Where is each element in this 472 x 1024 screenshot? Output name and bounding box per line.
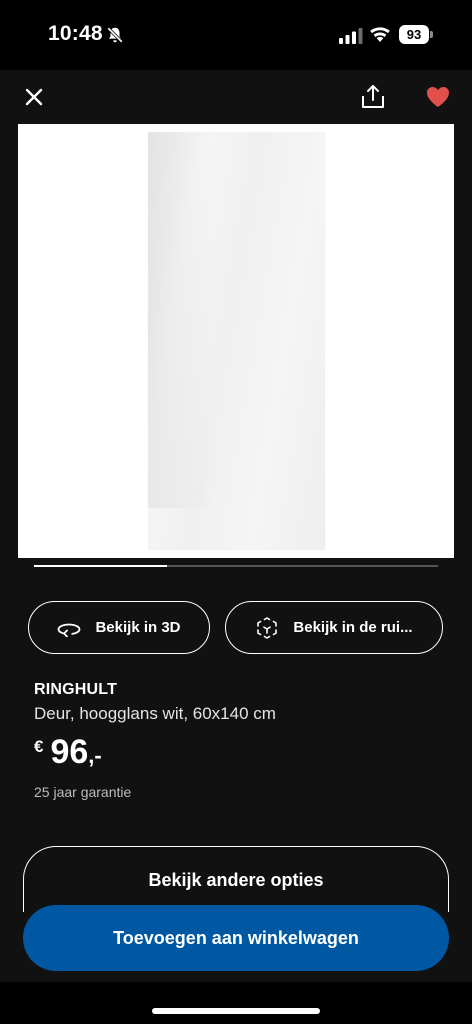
ar-cube-icon (257, 616, 278, 639)
wifi-icon (370, 27, 390, 42)
gallery-progress-fill (34, 565, 168, 567)
price-suffix: ,- (88, 743, 102, 768)
status-time: 10:48 (48, 22, 103, 45)
bell-muted-icon (107, 27, 123, 43)
product-image[interactable] (18, 124, 454, 558)
home-indicator[interactable] (152, 1008, 320, 1014)
close-icon[interactable] (22, 85, 46, 109)
price: € 96 ,- (34, 733, 102, 772)
product-description: Deur, hoogglans wit, 60x140 cm (34, 704, 276, 723)
price-currency: € (34, 737, 44, 756)
battery-icon: 93 (399, 25, 429, 44)
add-to-cart-label: Toevoegen aan winkelwagen (113, 927, 359, 948)
price-value: 96 (50, 733, 89, 771)
product-name: RINGHULT (34, 681, 118, 698)
warranty-text: 25 jaar garantie (34, 784, 132, 800)
share-icon[interactable] (359, 83, 387, 111)
door-shine (148, 132, 214, 508)
bottom-safe-area (0, 982, 472, 1024)
add-to-cart-button[interactable]: Toevoegen aan winkelwagen (23, 905, 449, 971)
door-illustration (148, 132, 325, 550)
other-options-button[interactable]: Bekijk andere opties (23, 846, 449, 912)
status-bar: 10:48 93 (0, 0, 472, 70)
view-3d-label: Bekijk in 3D (95, 619, 181, 636)
gallery-progress-track (34, 565, 438, 567)
heart-icon[interactable] (425, 84, 451, 110)
signal-icon (339, 28, 363, 44)
view-in-room-label: Bekijk in de rui... (293, 619, 413, 636)
view-3d-button[interactable]: Bekijk in 3D (28, 601, 210, 654)
battery-tip (430, 31, 433, 38)
rotate-3d-icon (58, 623, 81, 637)
view-in-room-button[interactable]: Bekijk in de rui... (225, 601, 443, 654)
